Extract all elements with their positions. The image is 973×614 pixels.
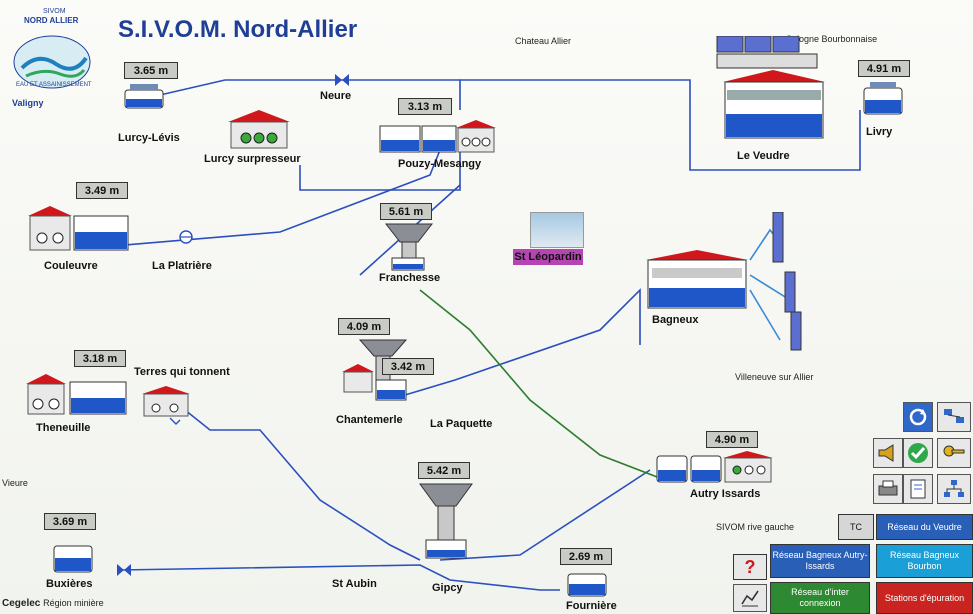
- reservoir-buxieres-icon[interactable]: [52, 540, 94, 574]
- printer-icon: [878, 480, 898, 496]
- label-pouzy: Pouzy-Mesangy: [398, 158, 482, 170]
- wells-bagneux-icon[interactable]: [765, 212, 805, 352]
- gauge-pouzy: 3.13 m: [398, 98, 452, 115]
- label-st-aubin: St Aubin: [332, 578, 377, 590]
- water-tower-franchesse-icon[interactable]: [384, 222, 434, 272]
- refresh-icon: [909, 408, 927, 426]
- label-couleuvre: Couleuvre: [44, 260, 98, 272]
- st-leopardin-image: [530, 212, 584, 248]
- label-autry: Autry Issards: [690, 488, 761, 500]
- gauge-theneuille: 3.18 m: [74, 350, 126, 367]
- pipe-franchesse-autry: [419, 289, 666, 481]
- gauge-autry: 4.90 m: [706, 431, 758, 448]
- button-st-leopardin[interactable]: St Léopardin: [513, 249, 583, 265]
- reseau-interconnexion-button[interactable]: Réseau d'inter connexion: [770, 582, 870, 614]
- platriere-meter-icon: [179, 230, 193, 244]
- label-franchesse: Franchesse: [379, 272, 441, 284]
- label-lurcy-levis: Lurcy-Lévis: [118, 132, 180, 144]
- gauge-gipcy: 5.42 m: [418, 462, 470, 479]
- label-terres: Terres qui tonnent: [134, 366, 230, 378]
- gauge-buxieres: 3.69 m: [44, 513, 96, 530]
- station-theneuille-icon[interactable]: [24, 372, 130, 416]
- printer-button[interactable]: [873, 474, 903, 504]
- reseau-bagneux-autry-button[interactable]: Réseau Bagneux Autry-Issards: [770, 544, 870, 578]
- station-couleuvre-icon[interactable]: [26, 202, 132, 252]
- gauge-couleuvre: 3.49 m: [76, 182, 128, 199]
- place-vieure: Vieure: [2, 478, 28, 488]
- label-theneuille: Theneuille: [36, 422, 91, 434]
- gauge-chantemerle: 4.09 m: [338, 318, 390, 335]
- stations-epuration-button[interactable]: Stations d'épuration: [876, 582, 973, 614]
- label-buxieres: Buxières: [46, 578, 93, 590]
- pump-station-lurcy-icon[interactable]: [226, 108, 292, 150]
- help-button[interactable]: ?: [733, 554, 767, 580]
- label-le-veudre: Le Veudre: [737, 150, 790, 162]
- gauge-fourniere: 2.69 m: [560, 548, 612, 565]
- logo-line-2: NORD ALLIER: [24, 16, 79, 25]
- label-chantemerle: Chantemerle: [336, 414, 403, 426]
- page-title: S.I.V.O.M. Nord-Allier: [118, 16, 358, 43]
- key-icon: [943, 445, 965, 457]
- station-bagneux-icon[interactable]: [644, 248, 750, 310]
- network-icon: [944, 409, 964, 423]
- station-autry-icon[interactable]: [655, 450, 775, 486]
- check-icon: [908, 443, 928, 463]
- refresh-button[interactable]: [903, 402, 933, 432]
- neure-valve-icon: [335, 74, 349, 86]
- hierarchy-icon: [944, 480, 964, 497]
- horn-icon: [878, 444, 894, 462]
- station-pouzy-icon[interactable]: [378, 118, 498, 158]
- report-button[interactable]: [903, 474, 933, 504]
- gauge-livry: 4.91 m: [858, 60, 910, 77]
- reservoir-livry-icon[interactable]: [862, 80, 904, 116]
- reservoir-lurcy-levis-icon[interactable]: [124, 82, 164, 110]
- logo-caption: Valigny: [12, 98, 44, 108]
- network-view-button[interactable]: [937, 402, 971, 432]
- place-chateau-allier: Chateau Allier: [515, 36, 572, 46]
- label-la-paquette: La Paquette: [430, 418, 493, 430]
- tc-button[interactable]: TC: [838, 514, 874, 540]
- gauge-franchesse: 5.61 m: [380, 203, 432, 220]
- logo-line-1: SIVOM: [43, 8, 66, 15]
- keys-button[interactable]: [937, 438, 971, 468]
- cegelec-logo: Cegelec Région minière: [2, 598, 104, 609]
- pump-terres-icon[interactable]: [140, 384, 192, 428]
- label-bagneux: Bagneux: [652, 314, 699, 326]
- label-gipcy: Gipcy: [432, 582, 463, 594]
- reseau-bagneux-bourbon-button[interactable]: Réseau Bagneux Bourbon: [876, 544, 973, 578]
- horn-button[interactable]: [873, 438, 903, 468]
- cegelec-region: Région minière: [43, 598, 104, 608]
- label-la-platriere: La Platrière: [152, 260, 212, 272]
- acknowledge-button[interactable]: [903, 438, 933, 468]
- label-livry: Livry: [866, 126, 893, 138]
- reseau-veudre-button[interactable]: Réseau du Veudre: [876, 514, 973, 540]
- document-icon: [910, 479, 926, 499]
- place-villeneuve: Villeneuve sur Allier: [735, 372, 814, 382]
- logo-line-3: EAU ET ASSAINISSEMENT: [16, 82, 92, 88]
- label-fourniere: Fournière: [566, 600, 617, 612]
- trend-button[interactable]: [733, 584, 767, 612]
- trend-icon: [741, 590, 759, 607]
- synoptic-screen: SIVOM NORD ALLIER EAU ET ASSAINISSEMENT …: [0, 0, 973, 614]
- gauge-la-paquette: 3.42 m: [382, 358, 434, 375]
- label-lurcy-surpresseur: Lurcy surpresseur: [204, 153, 301, 165]
- water-tower-gipcy-icon[interactable]: [418, 482, 474, 562]
- station-le-veudre-icon[interactable]: [715, 36, 835, 146]
- buxieres-valve-icon: [117, 564, 131, 576]
- gauge-lurcy-levis: 3.65 m: [124, 62, 178, 79]
- label-neure: Neure: [320, 90, 352, 102]
- diagram-button[interactable]: [937, 474, 971, 504]
- reservoir-fourniere-icon[interactable]: [566, 568, 608, 598]
- label-sivom-rive-gauche: SIVOM rive gauche: [716, 522, 795, 532]
- cegelec-name: Cegelec: [2, 598, 41, 609]
